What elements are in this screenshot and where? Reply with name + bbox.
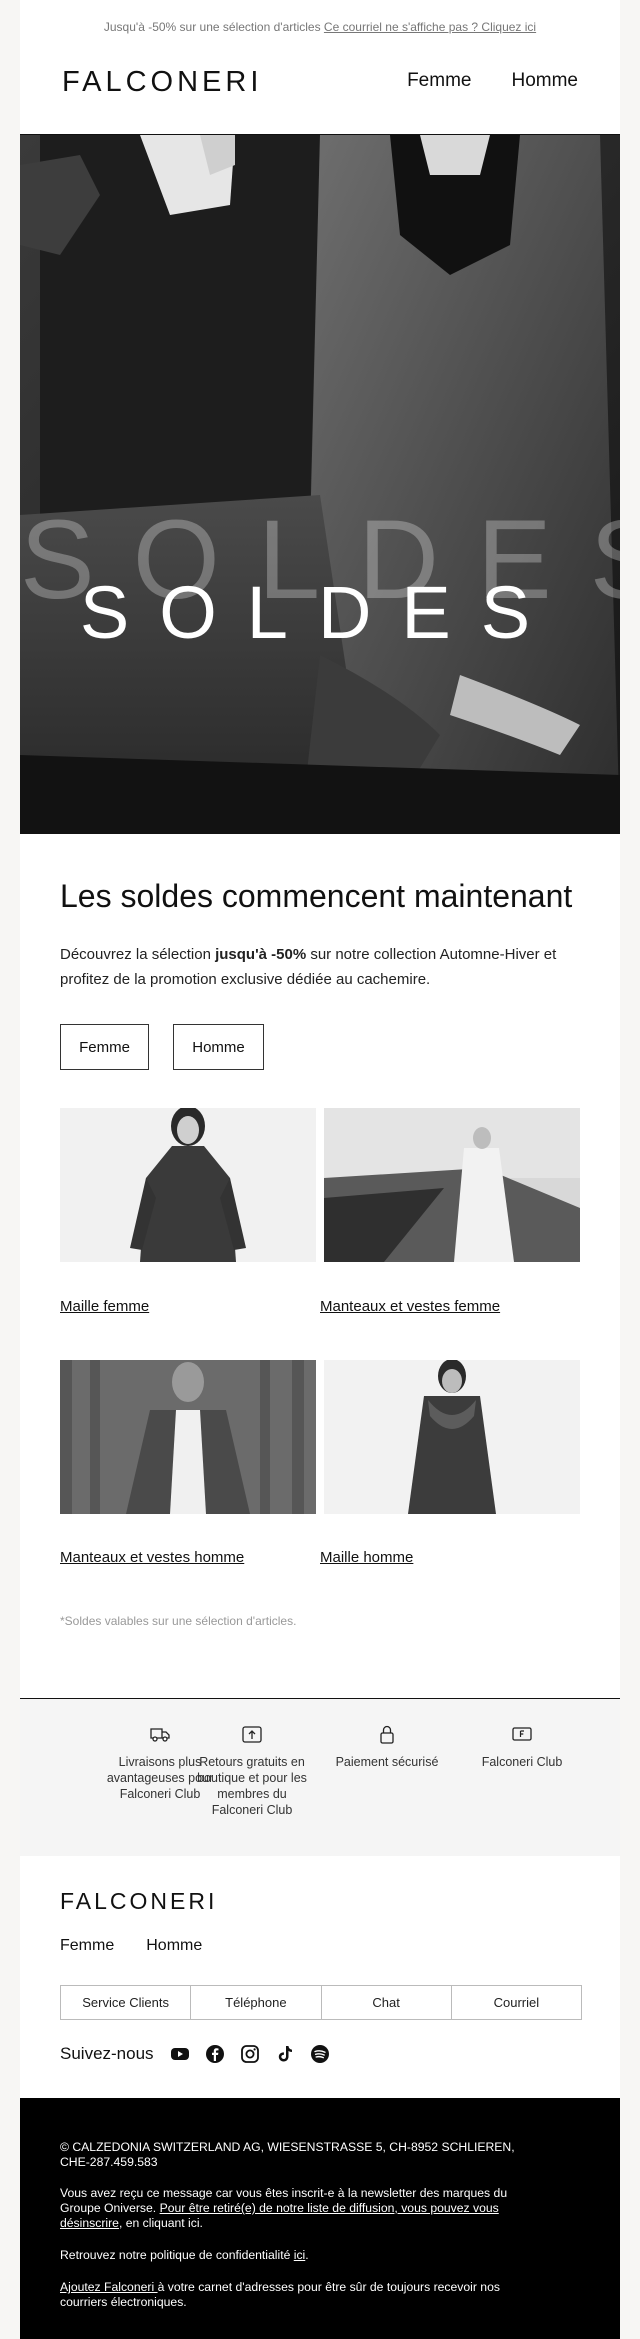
- nav-homme[interactable]: Homme: [511, 70, 578, 92]
- category-image-manteaux-femme[interactable]: [324, 1108, 580, 1262]
- usp-club: Falconeri Club: [462, 1724, 582, 1770]
- add-to-addressbook-link[interactable]: Ajoutez Falconeri: [60, 2280, 158, 2294]
- view-in-browser-link[interactable]: Ce courriel ne s'affiche pas ? Cliquez i…: [324, 20, 536, 34]
- facebook-icon[interactable]: [205, 2044, 225, 2064]
- reason-text-end: , en cliquant ici.: [118, 2216, 203, 2230]
- phone-link[interactable]: Téléphone: [190, 1986, 320, 2019]
- photo-knit-woman: [60, 1108, 316, 1262]
- privacy-text-end: .: [305, 2248, 309, 2262]
- footer-nav-homme[interactable]: Homme: [146, 1937, 202, 1955]
- padlock-icon: [380, 1725, 394, 1744]
- photo-coat-woman: [324, 1108, 580, 1262]
- category-image-manteaux-homme[interactable]: [60, 1360, 316, 1514]
- return-box-icon: [242, 1726, 262, 1743]
- privacy-link[interactable]: ici: [294, 2248, 306, 2262]
- category-image-maille-femme[interactable]: [60, 1108, 316, 1262]
- tiktok-icon[interactable]: [275, 2044, 295, 2064]
- usp-payment: Paiement sécurisé: [327, 1724, 447, 1770]
- usp-returns-text: Retours gratuits en boutique et pour les…: [197, 1755, 307, 1817]
- preheader-text: Jusqu'à -50% sur une sélection d'article…: [103, 20, 321, 34]
- social-icons: [170, 2044, 330, 2064]
- link-manteaux-femme[interactable]: Manteaux et vestes femme: [320, 1298, 500, 1315]
- usp-returns: Retours gratuits en boutique et pour les…: [192, 1724, 312, 1818]
- contact-bar: Service Clients Téléphone Chat Courriel: [60, 1985, 582, 2020]
- legal-footer: © CALZEDONIA SWITZERLAND AG, WIESENSTRAS…: [20, 2098, 620, 2339]
- link-maille-homme[interactable]: Maille homme: [320, 1549, 413, 1566]
- usp-club-text: Falconeri Club: [481, 1755, 563, 1769]
- falconeri-card-icon: [512, 1727, 532, 1741]
- hero-title: SOLDES: [79, 571, 561, 654]
- intro-text-start: Découvrez la sélection: [60, 946, 216, 963]
- footer-nav: Femme Homme: [60, 1937, 202, 1955]
- addressbook-notice: Ajoutez Falconeri à votre carnet d'adres…: [60, 2280, 540, 2310]
- photo-knit-man: [324, 1360, 580, 1514]
- subscription-reason: Vous avez reçu ce message car vous êtes …: [60, 2186, 540, 2231]
- chat-link[interactable]: Chat: [320, 1986, 451, 2019]
- usp-payment-text: Paiement sécurisé: [335, 1755, 439, 1769]
- hero-banner[interactable]: SOLDES SOLDES: [20, 135, 620, 834]
- privacy-notice: Retrouvez notre politique de confidentia…: [60, 2248, 540, 2263]
- intro-discount: jusqu'à -50%: [215, 946, 307, 963]
- link-maille-femme[interactable]: Maille femme: [60, 1298, 149, 1315]
- privacy-text: Retrouvez notre politique de confidentia…: [60, 2248, 294, 2262]
- top-nav: Femme Homme: [407, 70, 578, 92]
- footer-nav-femme[interactable]: Femme: [60, 1937, 114, 1955]
- homme-button[interactable]: Homme: [173, 1024, 264, 1070]
- youtube-icon[interactable]: [170, 2044, 190, 2064]
- customer-service-link[interactable]: Service Clients: [61, 1986, 190, 2019]
- follow-us-label: Suivez-nous: [60, 2044, 154, 2063]
- spotify-icon[interactable]: [310, 2044, 330, 2064]
- photo-coat-man: [60, 1360, 316, 1514]
- company-address: © CALZEDONIA SWITZERLAND AG, WIESENSTRAS…: [60, 2140, 515, 2169]
- footer-brand-logo[interactable]: FALCONERI: [60, 1888, 217, 1915]
- email-page: Jusqu'à -50% sur une sélection d'article…: [0, 0, 640, 2339]
- brand-logo[interactable]: FALCONERI: [62, 66, 262, 99]
- sale-disclaimer: *Soldes valables sur une sélection d'art…: [60, 1614, 297, 1628]
- hero-photo: [20, 135, 620, 834]
- delivery-truck-icon: [150, 1728, 170, 1742]
- preheader: Jusqu'à -50% sur une sélection d'article…: [20, 20, 620, 34]
- headline: Les soldes commencent maintenant: [60, 878, 573, 914]
- intro-paragraph: Découvrez la sélection jusqu'à -50% sur …: [60, 942, 586, 992]
- email-link[interactable]: Courriel: [450, 1986, 581, 2019]
- instagram-icon[interactable]: [240, 2044, 260, 2064]
- femme-button[interactable]: Femme: [60, 1024, 149, 1070]
- category-image-maille-homme[interactable]: [324, 1360, 580, 1514]
- link-manteaux-homme[interactable]: Manteaux et vestes homme: [60, 1549, 244, 1566]
- nav-femme[interactable]: Femme: [407, 70, 471, 92]
